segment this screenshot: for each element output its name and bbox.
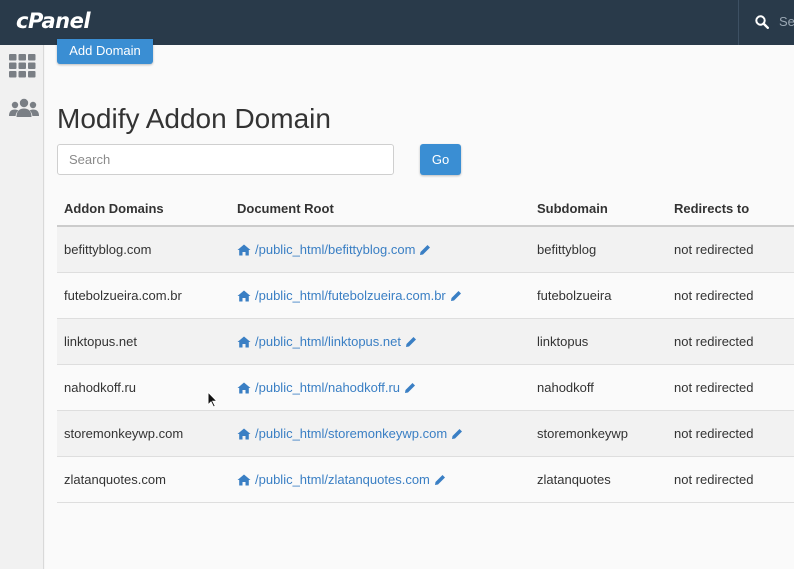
column-header-redirects-to[interactable]: Redirects to — [674, 201, 749, 216]
table-row: linktopus.net/public_html/linktopus.net l… — [57, 319, 794, 365]
document-root-link[interactable]: /public_html/befittyblog.com — [237, 242, 431, 257]
sidebar — [0, 45, 44, 569]
top-search[interactable]: Sea — [738, 0, 794, 45]
document-root-link[interactable]: /public_html/linktopus.net — [237, 334, 417, 349]
edit-pencil-icon[interactable] — [405, 336, 417, 348]
search-icon — [755, 15, 769, 29]
addon-domain-cell: nahodkoff.ru — [64, 380, 137, 395]
column-header-addon-domains[interactable]: Addon Domains — [64, 201, 164, 216]
document-root-text[interactable]: /public_html/nahodkoff.ru — [255, 380, 400, 395]
table-row: befittyblog.com/public_html/befittyblog.… — [57, 227, 794, 273]
column-header-subdomain[interactable]: Subdomain — [537, 201, 608, 216]
document-root-text[interactable]: /public_html/linktopus.net — [255, 334, 401, 349]
redirect-cell: not redirected — [674, 242, 754, 257]
edit-pencil-icon[interactable] — [451, 428, 463, 440]
cpanel-logo[interactable]: cPanel — [16, 9, 91, 33]
document-root-link[interactable]: /public_html/zlatanquotes.com — [237, 472, 446, 487]
grid-icon[interactable] — [9, 54, 36, 78]
addon-domain-cell: linktopus.net — [64, 334, 137, 349]
document-root-link[interactable]: /public_html/futebolzueira.com.br — [237, 288, 462, 303]
home-icon — [237, 382, 251, 394]
addon-domain-cell: zlatanquotes.com — [64, 472, 166, 487]
addon-domains-table: Addon Domains Document Root Subdomain Re… — [57, 187, 794, 503]
go-button[interactable]: Go — [420, 144, 461, 175]
subdomain-cell: befittyblog — [537, 242, 597, 257]
addon-domain-cell: storemonkeywp.com — [64, 426, 184, 441]
home-icon — [237, 290, 251, 302]
home-icon — [237, 244, 251, 256]
mouse-cursor-icon — [207, 391, 218, 408]
column-header-document-root[interactable]: Document Root — [237, 201, 334, 216]
document-root-link[interactable]: /public_html/nahodkoff.ru — [237, 380, 416, 395]
addon-domain-cell: befittyblog.com — [64, 242, 152, 257]
home-icon — [237, 428, 251, 440]
table-row: nahodkoff.ru/public_html/nahodkoff.ru nah… — [57, 365, 794, 411]
document-root-text[interactable]: /public_html/storemonkeywp.com — [255, 426, 447, 441]
main-content: Add Domain Modify Addon Domain Go Addon … — [45, 39, 794, 569]
home-icon — [237, 336, 251, 348]
redirect-cell: not redirected — [674, 288, 754, 303]
add-domain-button[interactable]: Add Domain — [57, 39, 153, 64]
edit-pencil-icon[interactable] — [434, 474, 446, 486]
table-row: zlatanquotes.com/public_html/zlatanquote… — [57, 457, 794, 503]
subdomain-cell: nahodkoff — [537, 380, 594, 395]
top-search-placeholder: Sea — [779, 14, 794, 29]
home-icon — [237, 474, 251, 486]
document-root-link[interactable]: /public_html/storemonkeywp.com — [237, 426, 463, 441]
edit-pencil-icon[interactable] — [404, 382, 416, 394]
subdomain-cell: storemonkeywp — [537, 426, 629, 441]
document-root-text[interactable]: /public_html/zlatanquotes.com — [255, 472, 430, 487]
subdomain-cell: linktopus — [537, 334, 589, 349]
users-icon[interactable] — [9, 98, 39, 118]
edit-pencil-icon[interactable] — [419, 244, 431, 256]
redirect-cell: not redirected — [674, 380, 754, 395]
table-row: futebolzueira.com.br/public_html/futebol… — [57, 273, 794, 319]
subdomain-cell: futebolzueira — [537, 288, 612, 303]
subdomain-cell: zlatanquotes — [537, 472, 611, 487]
table-body: befittyblog.com/public_html/befittyblog.… — [57, 227, 794, 503]
redirect-cell: not redirected — [674, 472, 754, 487]
search-input[interactable] — [57, 144, 394, 175]
table-row: storemonkeywp.com/public_html/storemonke… — [57, 411, 794, 457]
page-title: Modify Addon Domain — [57, 103, 331, 134]
document-root-text[interactable]: /public_html/befittyblog.com — [255, 242, 415, 257]
addon-domain-cell: futebolzueira.com.br — [64, 288, 182, 303]
table-header: Addon Domains Document Root Subdomain Re… — [57, 187, 794, 227]
redirect-cell: not redirected — [674, 426, 754, 441]
document-root-text[interactable]: /public_html/futebolzueira.com.br — [255, 288, 446, 303]
edit-pencil-icon[interactable] — [450, 290, 462, 302]
redirect-cell: not redirected — [674, 334, 754, 349]
